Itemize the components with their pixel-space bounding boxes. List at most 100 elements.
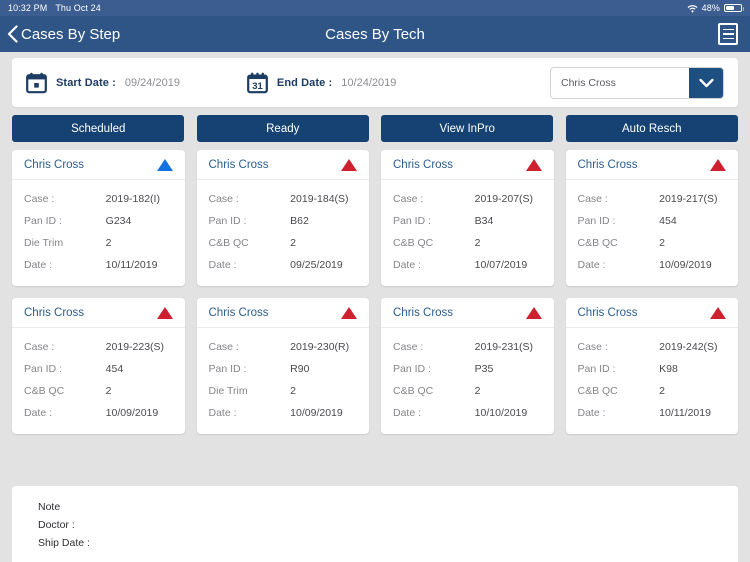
case-field-label: Pan ID : — [24, 215, 62, 227]
case-card-technician: Chris Cross — [24, 306, 85, 319]
priority-triangle-up-red-icon[interactable] — [341, 158, 357, 171]
case-field-value: 10/09/2019 — [105, 407, 159, 419]
end-date-group[interactable]: 31 End Date : 10/24/2019 — [246, 72, 411, 94]
case-field-label: C&B QC — [577, 385, 618, 397]
case-field-row: C&B QC 2 — [578, 380, 727, 402]
priority-triangle-up-red-icon[interactable] — [525, 306, 542, 319]
case-field-value: 2019-207(S) — [474, 193, 534, 205]
case-field-row: Case : 2019-182(I) — [24, 188, 173, 210]
tab-view-inpro[interactable]: View InPro — [381, 115, 554, 142]
case-field-row: Pan ID : 454 — [578, 210, 727, 232]
case-field-row: C&B QC 2 — [209, 232, 358, 254]
case-card-body: Case : 2019-207(S) Pan ID : B34 C&B QC 2 Date … — [381, 180, 554, 286]
case-field-value: 2019-182(I) — [105, 193, 160, 205]
case-card[interactable]: Chris Cross Case :2019-231(S) Pan ID : P35 C… — [381, 298, 554, 434]
case-field-label: Case : — [577, 341, 608, 353]
priority-triangle-up-blue-icon[interactable] — [156, 158, 173, 171]
case-field-row: Pan ID : G234 — [24, 210, 173, 232]
case-field-row: Case : 2019-223(S) — [24, 336, 173, 358]
note-line: Note — [38, 501, 61, 513]
priority-triangle-up-red-icon[interactable] — [525, 158, 542, 171]
case-field-row: Case : 2019-207(S) — [393, 188, 542, 210]
case-field-row: Date : 10/07/2019 — [393, 254, 542, 276]
case-field-label: Case : — [393, 193, 424, 205]
tab-scheduled[interactable]: Scheduled — [12, 115, 185, 142]
case-field-label: Case : — [208, 341, 239, 353]
case-field-value: G234 — [105, 215, 132, 227]
case-card[interactable]: Chris Cross Case :2019-184(S) Pan ID : B62 C… — [196, 150, 369, 286]
status-time: 10:32 PM — [8, 3, 48, 13]
case-field-row: C&B QC 2 — [578, 232, 727, 254]
case-field-row: Pan ID : 454 — [24, 358, 173, 380]
tab-ready[interactable]: Ready — [196, 115, 369, 142]
case-field-row: Die Trim 2 — [209, 380, 358, 402]
case-card-body: Case : 2019-217(S) Pan ID : 454 C&B QC 2 Date … — [566, 180, 739, 286]
case-card[interactable]: Chris Cross Case : 2019-230(R) Pan ID : R90 D… — [196, 298, 369, 434]
case-card[interactable]: Chris Cross Case :2019-223(S) Pan ID : 454 C… — [12, 298, 185, 434]
case-field-value: R90 — [290, 363, 310, 375]
tab-auto-resch[interactable]: Auto Resch — [565, 115, 738, 142]
chevron-down-icon[interactable] — [689, 67, 723, 98]
case-card[interactable]: Chris Cross Case : 2019-182(I) Pan ID : G234… — [12, 150, 185, 286]
case-field-value: B62 — [290, 215, 309, 227]
note-line: Doctor : — [38, 519, 75, 531]
case-field-value: 2019-184(S) — [290, 193, 349, 205]
technician-select[interactable]: Chris Cross — [550, 66, 724, 99]
case-field-label: Pan ID : — [24, 363, 62, 375]
case-field-row: Date : 09/25/2019 — [209, 254, 358, 276]
case-field-label: Pan ID : — [393, 363, 431, 375]
case-card[interactable]: Chris Cross Case :2019-242(S) Pan ID : K98 C… — [565, 298, 739, 434]
status-bar: 10:32 PM Thu Oct 24 48% — [0, 0, 750, 16]
case-field-value: P35 — [474, 363, 494, 375]
tab-bar: Scheduled Ready View InPro Auto Resch — [0, 107, 750, 142]
case-field-row: Date : 10/11/2019 — [24, 254, 173, 276]
hamburger-menu-icon[interactable] — [718, 23, 738, 45]
case-field-value: 454 — [105, 363, 124, 375]
case-card-header: Chris Cross — [12, 298, 185, 328]
case-field-value: 10/11/2019 — [105, 259, 158, 271]
case-card[interactable]: Chris Cross Case :2019-217(S) Pan ID :454 C… — [565, 150, 739, 286]
case-field-row: Pan ID : R90 — [209, 358, 358, 380]
priority-triangle-up-red-icon[interactable] — [156, 306, 173, 319]
start-date-group[interactable]: Start Date : 09/24/2019 — [26, 72, 195, 94]
navigation-bar: Cases By Step Cases By Tech — [0, 16, 750, 52]
case-field-label: Case : — [577, 193, 608, 205]
case-field-value: 2 — [659, 237, 666, 249]
case-card-technician: Chris Cross — [208, 306, 269, 319]
case-field-value: B34 — [474, 215, 494, 227]
case-field-label: Date : — [393, 259, 422, 271]
case-card-header: Chris Cross — [196, 150, 369, 180]
end-date-value[interactable]: 10/24/2019 — [341, 77, 411, 89]
priority-triangle-up-red-icon[interactable] — [710, 306, 726, 319]
case-field-label: Date : — [208, 259, 237, 271]
case-field-label: C&B QC — [577, 237, 618, 249]
back-button[interactable]: Cases By Step — [6, 25, 120, 43]
case-field-row: Case : 2019-184(S) — [209, 188, 358, 210]
calendar-icon[interactable] — [26, 72, 47, 94]
case-field-value: K98 — [659, 363, 678, 375]
case-field-row: C&B QC 2 — [393, 380, 542, 402]
case-field-value: 2 — [105, 237, 112, 249]
note-line: Ship Date : — [38, 537, 90, 549]
case-field-label: Date : — [208, 407, 237, 419]
start-date-value[interactable]: 09/24/2019 — [125, 77, 195, 89]
priority-triangle-up-red-icon[interactable] — [341, 306, 357, 319]
case-field-value: 10/07/2019 — [474, 259, 528, 271]
case-card-body: Case : 2019-242(S) Pan ID : K98 C&B QC 2 Date … — [566, 328, 739, 434]
start-date-label: Start Date : — [56, 76, 116, 89]
technician-select-value: Chris Cross — [561, 76, 616, 89]
case-field-label: C&B QC — [24, 385, 65, 397]
case-field-row: Pan ID : B62 — [209, 210, 358, 232]
case-card-header: Chris Cross — [196, 298, 369, 328]
chevron-left-icon — [6, 25, 19, 43]
calendar-31-icon[interactable]: 31 — [246, 72, 268, 94]
case-field-row: Pan ID : P35 — [393, 358, 542, 380]
case-field-row: Case : 2019-231(S) — [393, 336, 542, 358]
priority-triangle-up-red-icon[interactable] — [710, 158, 726, 171]
case-card-header: Chris Cross — [565, 150, 738, 180]
case-card-header: Chris Cross — [381, 298, 554, 328]
case-field-label: Date : — [577, 259, 606, 271]
case-card-header: Chris Cross — [12, 150, 185, 180]
end-date-label: End Date : — [276, 76, 333, 89]
case-card[interactable]: Chris Cross Case :2019-207(S) Pan ID : B34 C… — [381, 150, 554, 286]
